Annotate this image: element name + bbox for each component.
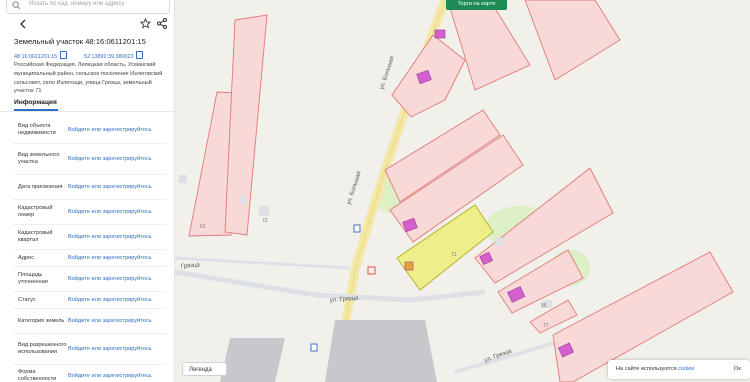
- login-link[interactable]: Войдите или зарегистрируйтесь: [68, 127, 152, 133]
- parcel[interactable]: [524, 0, 621, 81]
- properties-table: Вид объекта недвижимости Войдите или заре…: [14, 116, 166, 382]
- old-number-text: 52:13892:39.380023: [84, 54, 134, 60]
- login-link[interactable]: Войдите или зарегистрируйтесь: [68, 255, 152, 261]
- search-input[interactable]: Искать по кад. номеру или адресу: [6, 0, 170, 14]
- tab-information[interactable]: Информация: [14, 99, 57, 106]
- search-placeholder: Искать по кад. номеру или адресу: [29, 1, 125, 7]
- parcel[interactable]: [449, 0, 531, 91]
- login-link[interactable]: Войдите или зарегистрируйтесь: [68, 276, 152, 282]
- street-label: ул. Большая: [379, 56, 395, 91]
- table-row: Категория земель Войдите или зарегистриру…: [14, 309, 166, 334]
- login-link[interactable]: Войдите или зарегистрируйтесь: [68, 318, 152, 324]
- cookie-banner: На сайте используются cookie Ок: [608, 360, 750, 379]
- row-key: Кадастровый номер: [18, 205, 53, 218]
- parcel-number: 71: [451, 252, 457, 258]
- parcel-number: 55: [541, 303, 547, 309]
- legend-button[interactable]: Легенда: [182, 362, 227, 376]
- login-link[interactable]: Войдите или зарегистрируйтесь: [68, 234, 152, 240]
- building-block: [220, 338, 285, 382]
- street-label: Грязца: [181, 262, 201, 270]
- search-icon: [12, 1, 21, 10]
- row-key: Дата присвоения: [18, 183, 63, 190]
- table-row: Вид объекта недвижимости Войдите или заре…: [14, 116, 166, 144]
- bus-stop-icon: [310, 343, 318, 352]
- road-secondary: [175, 256, 351, 270]
- copy-icon[interactable]: [60, 51, 68, 59]
- bus-stop-icon: [353, 224, 361, 233]
- divider: [0, 111, 174, 112]
- row-key: Форма собственности: [18, 369, 57, 382]
- parcel-number: 61: [200, 224, 206, 230]
- outbuilding: [239, 196, 247, 204]
- table-row: Вид разрешенного использования Войдите ил…: [14, 334, 166, 365]
- row-key: Вид земельного участка: [18, 152, 60, 165]
- login-link[interactable]: Войдите или зарегистрируйтесь: [68, 156, 152, 162]
- table-row: Дата присвоения Войдите или зарегистрируй…: [14, 175, 166, 200]
- row-key: Статус: [18, 296, 36, 303]
- old-number[interactable]: 52:13892:39.380023: [84, 51, 144, 60]
- info-panel: Искать по кад. номеру или адресу Земельн…: [0, 0, 175, 382]
- parcel-number: 77: [543, 323, 549, 329]
- trade-map-label: Торги на карте: [457, 1, 496, 7]
- page-title: Земельный участок 48:16:0611201:15: [14, 37, 146, 46]
- street-label: ул. Грязца: [330, 295, 360, 304]
- table-row: Площадь уточненная Войдите или зарегистри…: [14, 267, 166, 292]
- address-text: Российская Федерация, Липецкая область, …: [14, 62, 163, 95]
- small-parcel[interactable]: [367, 266, 376, 275]
- cookie-ok-button[interactable]: Ок: [734, 366, 741, 372]
- back-arrow-icon[interactable]: [18, 18, 28, 30]
- trade-map-button[interactable]: Торги на карте: [446, 0, 507, 10]
- table-row: Статус Войдите или зарегистрируйтесь: [14, 292, 166, 309]
- copy-icon[interactable]: [136, 51, 144, 59]
- map-canvas[interactable]: ул. Большая ул. Большая ул. Грязца Грязц…: [175, 0, 750, 382]
- table-row: Адрес Войдите или зарегистрируйтесь: [14, 250, 166, 267]
- row-key: Категория земель: [18, 317, 65, 324]
- login-link[interactable]: Войдите или зарегистрируйтесь: [68, 346, 152, 352]
- row-key: Вид разрешенного использования: [18, 342, 67, 355]
- row-key: Адрес: [18, 254, 35, 261]
- cad-number[interactable]: 48:16:0611201:15: [14, 51, 68, 60]
- row-key: Площадь уточненная: [18, 272, 48, 285]
- star-icon[interactable]: [140, 18, 151, 29]
- cookie-text: На сайте используются: [616, 366, 677, 372]
- login-link[interactable]: Войдите или зарегистрируйтесь: [68, 297, 152, 303]
- table-row: Кадастровый квартал Войдите или зарегистр…: [14, 225, 166, 250]
- table-row: Кадастровый номер Войдите или зарегистрир…: [14, 200, 166, 225]
- street-label: ул. Большая: [346, 171, 362, 206]
- building-block: [325, 320, 437, 382]
- outbuilding: [495, 238, 504, 246]
- outbuilding: [179, 175, 187, 183]
- map-layer[interactable]: ул. Большая ул. Большая ул. Грязца Грязц…: [175, 0, 750, 382]
- login-link[interactable]: Войдите или зарегистрируйтесь: [68, 373, 152, 379]
- share-icon[interactable]: [157, 18, 167, 29]
- parcel-number: 73: [262, 218, 268, 224]
- building: [434, 29, 446, 39]
- cookie-link[interactable]: cookie: [678, 366, 694, 372]
- table-row: Форма собственности Войдите или зарегистр…: [14, 365, 166, 382]
- cad-number-text: 48:16:0611201:15: [14, 54, 58, 60]
- building: [404, 261, 414, 271]
- login-link[interactable]: Войдите или зарегистрируйтесь: [68, 209, 152, 215]
- row-key: Вид объекта недвижимости: [18, 122, 56, 136]
- outbuilding: [259, 206, 269, 216]
- row-key: Кадастровый квартал: [18, 230, 53, 243]
- table-row: Вид земельного участка Войдите или зареги…: [14, 144, 166, 175]
- login-link[interactable]: Войдите или зарегистрируйтесь: [68, 184, 152, 190]
- road-gryazca: [175, 269, 486, 303]
